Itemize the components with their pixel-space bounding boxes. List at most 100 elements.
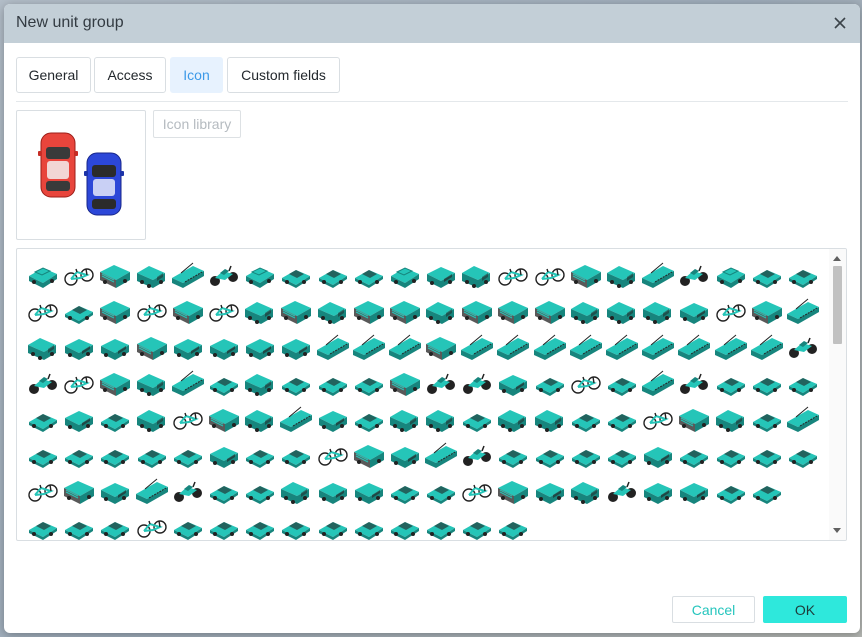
icon-grid-cell[interactable] xyxy=(495,509,531,540)
icon-grid-cell[interactable] xyxy=(315,365,351,401)
icon-grid-cell[interactable] xyxy=(25,401,61,437)
icon-grid-cell[interactable] xyxy=(676,365,712,401)
icon-grid-cell[interactable] xyxy=(568,365,604,401)
icon-grid-cell[interactable] xyxy=(604,473,640,509)
icon-grid-cell[interactable] xyxy=(749,329,785,365)
icon-grid-cell[interactable] xyxy=(170,293,206,329)
icon-grid-cell[interactable] xyxy=(97,257,133,293)
icon-grid-cell[interactable] xyxy=(423,437,459,473)
icon-grid-cell[interactable] xyxy=(640,437,676,473)
icon-grid-cell[interactable] xyxy=(242,473,278,509)
icon-grid-cell[interactable] xyxy=(459,293,495,329)
icon-grid-cell[interactable] xyxy=(568,437,604,473)
icon-grid-cell[interactable] xyxy=(242,437,278,473)
icon-grid-cell[interactable] xyxy=(423,257,459,293)
icon-grid-cell[interactable] xyxy=(315,257,351,293)
icon-grid-cell[interactable] xyxy=(387,257,423,293)
icon-grid-cell[interactable] xyxy=(713,437,749,473)
icon-grid-cell[interactable] xyxy=(25,257,61,293)
icon-grid-cell[interactable] xyxy=(604,365,640,401)
icon-grid-cell[interactable] xyxy=(495,437,531,473)
icon-grid-cell[interactable] xyxy=(568,401,604,437)
icon-grid-cell[interactable] xyxy=(423,509,459,540)
icon-grid-cell[interactable] xyxy=(785,437,821,473)
tab-icon[interactable]: Icon xyxy=(170,57,223,93)
icon-grid-cell[interactable] xyxy=(387,329,423,365)
icon-grid-cell[interactable] xyxy=(604,293,640,329)
icon-grid-cell[interactable] xyxy=(97,401,133,437)
icon-grid-cell[interactable] xyxy=(170,509,206,540)
icon-grid-cell[interactable] xyxy=(423,473,459,509)
icon-grid-cell[interactable] xyxy=(206,257,242,293)
icon-grid-cell[interactable] xyxy=(676,401,712,437)
icon-grid-cell[interactable] xyxy=(495,293,531,329)
icon-grid-cell[interactable] xyxy=(134,365,170,401)
icon-grid-cell[interactable] xyxy=(459,509,495,540)
icon-grid-cell[interactable] xyxy=(134,437,170,473)
icon-grid-cell[interactable] xyxy=(351,293,387,329)
icon-grid-cell[interactable] xyxy=(25,329,61,365)
icon-library-button[interactable]: Icon library xyxy=(153,110,241,138)
icon-grid-cell[interactable] xyxy=(97,365,133,401)
icon-grid-cell[interactable] xyxy=(61,329,97,365)
icon-grid-cell[interactable] xyxy=(242,365,278,401)
icon-grid-cell[interactable] xyxy=(170,257,206,293)
icon-grid-cell[interactable] xyxy=(351,509,387,540)
icon-grid-cell[interactable] xyxy=(278,329,314,365)
icon-grid-cell[interactable] xyxy=(785,293,821,329)
icon-grid-cell[interactable] xyxy=(495,257,531,293)
icon-grid-cell[interactable] xyxy=(242,329,278,365)
icon-grid-cell[interactable] xyxy=(170,437,206,473)
icon-grid-cell[interactable] xyxy=(713,293,749,329)
icon-grid-cell[interactable] xyxy=(568,257,604,293)
icon-grid-cell[interactable] xyxy=(459,473,495,509)
icon-grid-cell[interactable] xyxy=(206,329,242,365)
icon-grid-cell[interactable] xyxy=(459,401,495,437)
icon-grid-cell[interactable] xyxy=(25,509,61,540)
icon-grid-cell[interactable] xyxy=(423,401,459,437)
icon-grid-cell[interactable] xyxy=(170,401,206,437)
icon-grid-cell[interactable] xyxy=(278,365,314,401)
icon-grid-cell[interactable] xyxy=(242,401,278,437)
icon-grid-cell[interactable] xyxy=(604,257,640,293)
icon-grid-cell[interactable] xyxy=(387,473,423,509)
icon-grid-cell[interactable] xyxy=(134,293,170,329)
icon-grid-cell[interactable] xyxy=(713,257,749,293)
icon-grid-cell[interactable] xyxy=(568,473,604,509)
icon-grid-cell[interactable] xyxy=(351,401,387,437)
icon-grid-cell[interactable] xyxy=(604,437,640,473)
icon-grid-cell[interactable] xyxy=(423,365,459,401)
icon-grid-cell[interactable] xyxy=(134,329,170,365)
icon-grid-cell[interactable] xyxy=(206,509,242,540)
icon-grid-cell[interactable] xyxy=(640,473,676,509)
icon-grid-cell[interactable] xyxy=(134,257,170,293)
icon-grid-cell[interactable] xyxy=(134,473,170,509)
icon-grid-cell[interactable] xyxy=(278,437,314,473)
icon-grid-cell[interactable] xyxy=(640,365,676,401)
icon-grid-cell[interactable] xyxy=(713,401,749,437)
icon-grid-cell[interactable] xyxy=(315,473,351,509)
icon-grid-cell[interactable] xyxy=(25,473,61,509)
icon-grid-cell[interactable] xyxy=(278,473,314,509)
icon-grid-cell[interactable] xyxy=(170,365,206,401)
icon-grid-cell[interactable] xyxy=(676,437,712,473)
scroll-up-icon[interactable] xyxy=(833,256,841,261)
icon-grid-cell[interactable] xyxy=(459,257,495,293)
icon-grid-cell[interactable] xyxy=(604,329,640,365)
icon-grid-cell[interactable] xyxy=(315,329,351,365)
icon-grid-cell[interactable] xyxy=(206,365,242,401)
icon-grid-cell[interactable] xyxy=(278,509,314,540)
icon-grid-cell[interactable] xyxy=(61,401,97,437)
icon-grid-cell[interactable] xyxy=(676,329,712,365)
icon-grid-cell[interactable] xyxy=(206,473,242,509)
icon-grid-cell[interactable] xyxy=(713,329,749,365)
close-icon[interactable] xyxy=(832,15,848,31)
icon-grid-cell[interactable] xyxy=(676,293,712,329)
tab-general[interactable]: General xyxy=(16,57,91,93)
cancel-button[interactable]: Cancel xyxy=(672,596,755,623)
icon-grid-cell[interactable] xyxy=(387,401,423,437)
icon-grid-cell[interactable] xyxy=(568,329,604,365)
icon-grid-cell[interactable] xyxy=(170,329,206,365)
icon-grid-cell[interactable] xyxy=(315,401,351,437)
icon-grid-cell[interactable] xyxy=(351,437,387,473)
